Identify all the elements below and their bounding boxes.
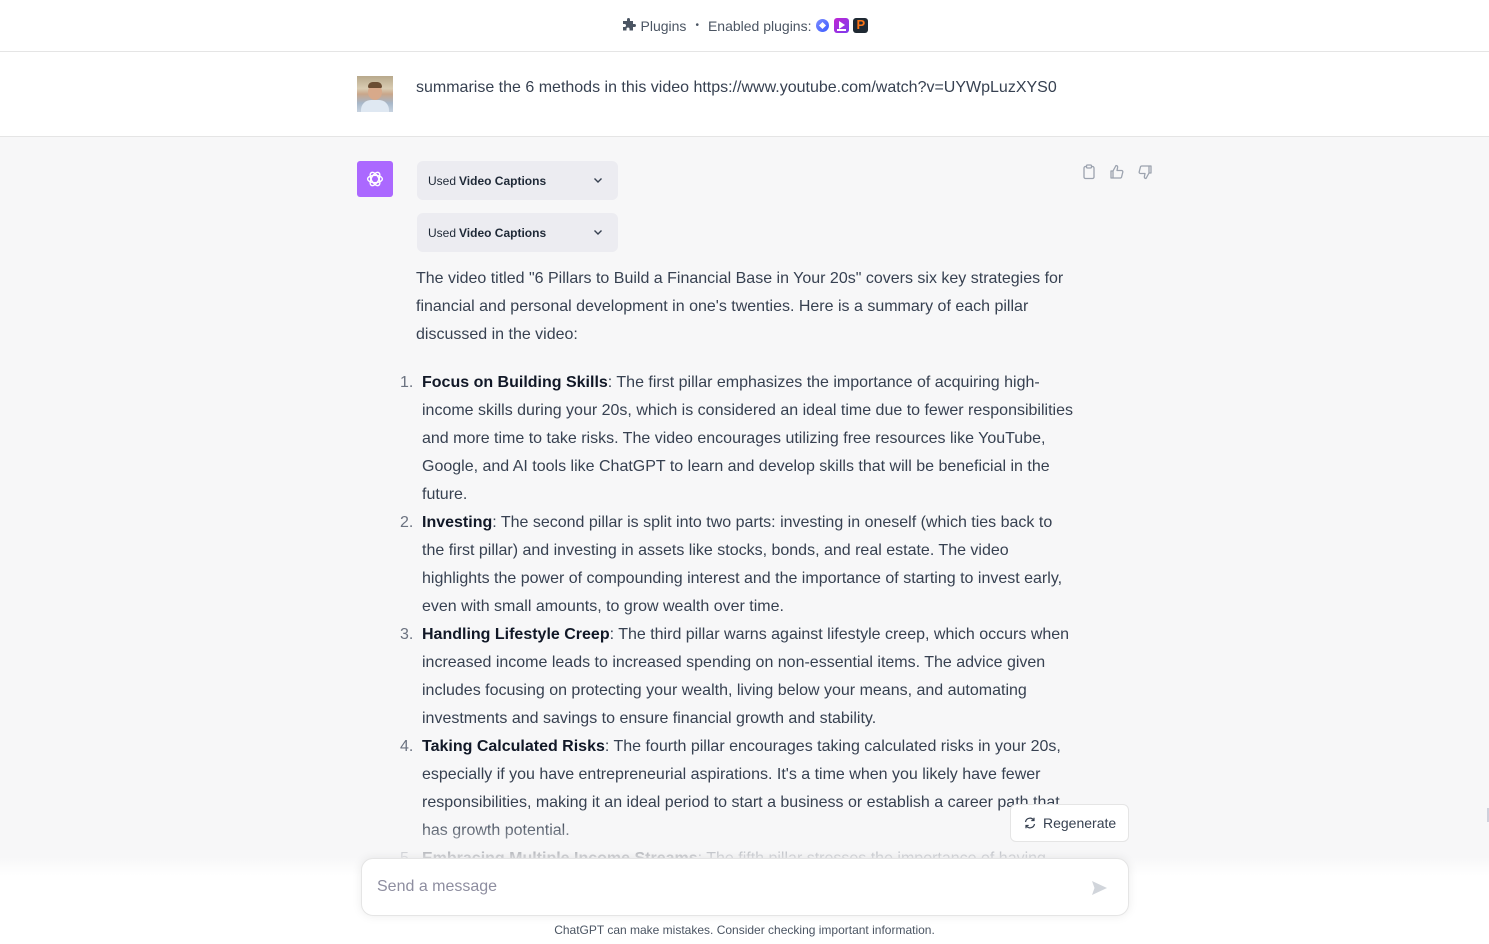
item-title: Handling Lifestyle Creep bbox=[422, 626, 610, 643]
enabled-plugins-label: Enabled plugins: bbox=[707, 17, 812, 34]
list-number: 2. bbox=[400, 514, 414, 531]
list-number: 4. bbox=[400, 738, 414, 755]
item-title: Taking Calculated Risks bbox=[422, 738, 605, 755]
openai-logo-icon bbox=[366, 171, 384, 187]
item-text: : The first pillar emphasizes the import… bbox=[422, 374, 1073, 503]
tool-use-name: Video Captions bbox=[459, 173, 547, 188]
top-bar: Plugins • Enabled plugins: bbox=[0, 0, 1489, 52]
tool-use-prefix: Used bbox=[428, 173, 457, 188]
tool-use-video-captions-1[interactable]: Used Video Captions bbox=[417, 161, 618, 200]
message-composer bbox=[361, 858, 1129, 916]
list-item: 2. Investing: The second pillar is split … bbox=[400, 509, 1076, 621]
list-number: 3. bbox=[400, 626, 414, 643]
user-avatar bbox=[357, 76, 393, 112]
tool-use-prefix: Used bbox=[428, 225, 457, 240]
item-text: : The second pillar is split into two pa… bbox=[422, 514, 1063, 615]
item-title: Focus on Building Skills bbox=[422, 374, 608, 391]
copy-clipboard-icon[interactable] bbox=[1080, 163, 1098, 181]
pillars-list: 1. Focus on Building Skills: The first pi… bbox=[400, 369, 1076, 873]
separator-dot: • bbox=[695, 20, 699, 31]
list-item: 1. Focus on Building Skills: The first pi… bbox=[400, 369, 1076, 509]
disclaimer-text: ChatGPT can make mistakes. Consider chec… bbox=[554, 923, 935, 937]
thumbs-up-icon[interactable] bbox=[1108, 163, 1126, 181]
chatgpt-logo-avatar bbox=[357, 161, 393, 197]
message-input[interactable] bbox=[377, 871, 1067, 903]
message-actions bbox=[1080, 163, 1154, 181]
send-icon[interactable] bbox=[1089, 878, 1109, 898]
puzzle-icon bbox=[621, 17, 637, 34]
thumbs-down-icon[interactable] bbox=[1136, 163, 1154, 181]
tool-use-name: Video Captions bbox=[459, 225, 547, 240]
plugin-1-icon bbox=[815, 18, 831, 33]
plugin-2-video-icon bbox=[834, 18, 850, 33]
list-number: 1. bbox=[400, 374, 414, 391]
regenerate-label: Regenerate bbox=[1043, 815, 1117, 831]
regenerate-button[interactable]: Regenerate bbox=[1010, 804, 1129, 842]
list-item: 3. Handling Lifestyle Creep: The third pi… bbox=[400, 621, 1076, 733]
tool-use-video-captions-2[interactable]: Used Video Captions bbox=[417, 213, 618, 252]
plugins-label[interactable]: Plugins bbox=[641, 18, 687, 34]
chevron-down-icon bbox=[594, 178, 602, 183]
item-title: Investing bbox=[422, 514, 493, 531]
assistant-answer: The video titled "6 Pillars to Build a F… bbox=[400, 265, 1076, 873]
refresh-icon bbox=[1024, 817, 1036, 829]
plugin-3-icon bbox=[853, 17, 869, 33]
answer-intro: The video titled "6 Pillars to Build a F… bbox=[416, 270, 1064, 343]
user-message-text: summarise the 6 methods in this video ht… bbox=[416, 79, 1057, 96]
chevron-down-icon bbox=[594, 230, 602, 235]
